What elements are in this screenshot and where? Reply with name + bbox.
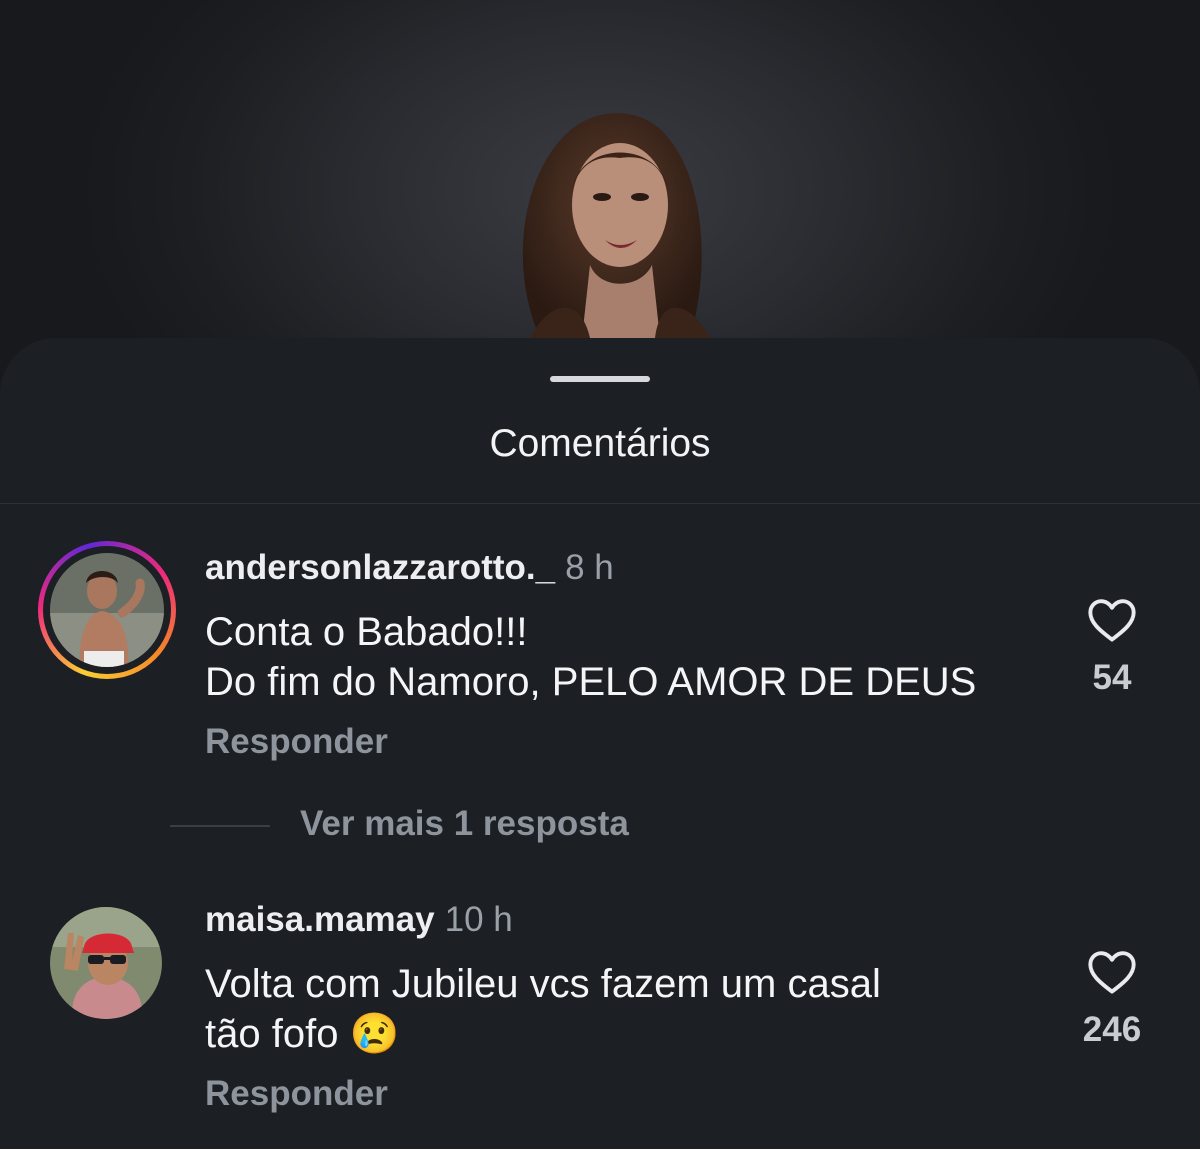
avatar[interactable] (50, 907, 162, 1019)
like-count: 246 (1082, 1010, 1142, 1049)
comment-time: 8 h (565, 548, 614, 587)
comments-sheet: Comentários andersonlazzarotto._ 8 h Cont… (0, 338, 1200, 1149)
header-divider (0, 503, 1200, 504)
avatar[interactable] (50, 553, 164, 667)
heart-outline-icon[interactable] (1086, 595, 1138, 643)
comment-time: 10 h (444, 900, 513, 939)
reply-button[interactable]: Responder (205, 722, 388, 762)
like-count: 54 (1092, 658, 1132, 697)
sheet-title: Comentários (489, 422, 711, 465)
post-image (522, 113, 710, 338)
comment-username[interactable]: andersonlazzarotto._ 8 h (205, 548, 614, 588)
crying-face-emoji: 😢 (349, 1012, 400, 1056)
comment-username[interactable]: maisa.mamay 10 h (205, 900, 513, 940)
drag-handle[interactable] (550, 376, 650, 382)
replies-line (170, 825, 270, 827)
heart-outline-icon[interactable] (1086, 947, 1138, 995)
reply-button[interactable]: Responder (205, 1074, 388, 1114)
view-more-replies-button[interactable]: Ver mais 1 resposta (300, 804, 629, 844)
comment-text: Conta o Babado!!! Do fim do Namoro, PELO… (205, 610, 977, 704)
comment-text: Volta com Jubileu vcs fazem um casal tão… (205, 962, 881, 1056)
